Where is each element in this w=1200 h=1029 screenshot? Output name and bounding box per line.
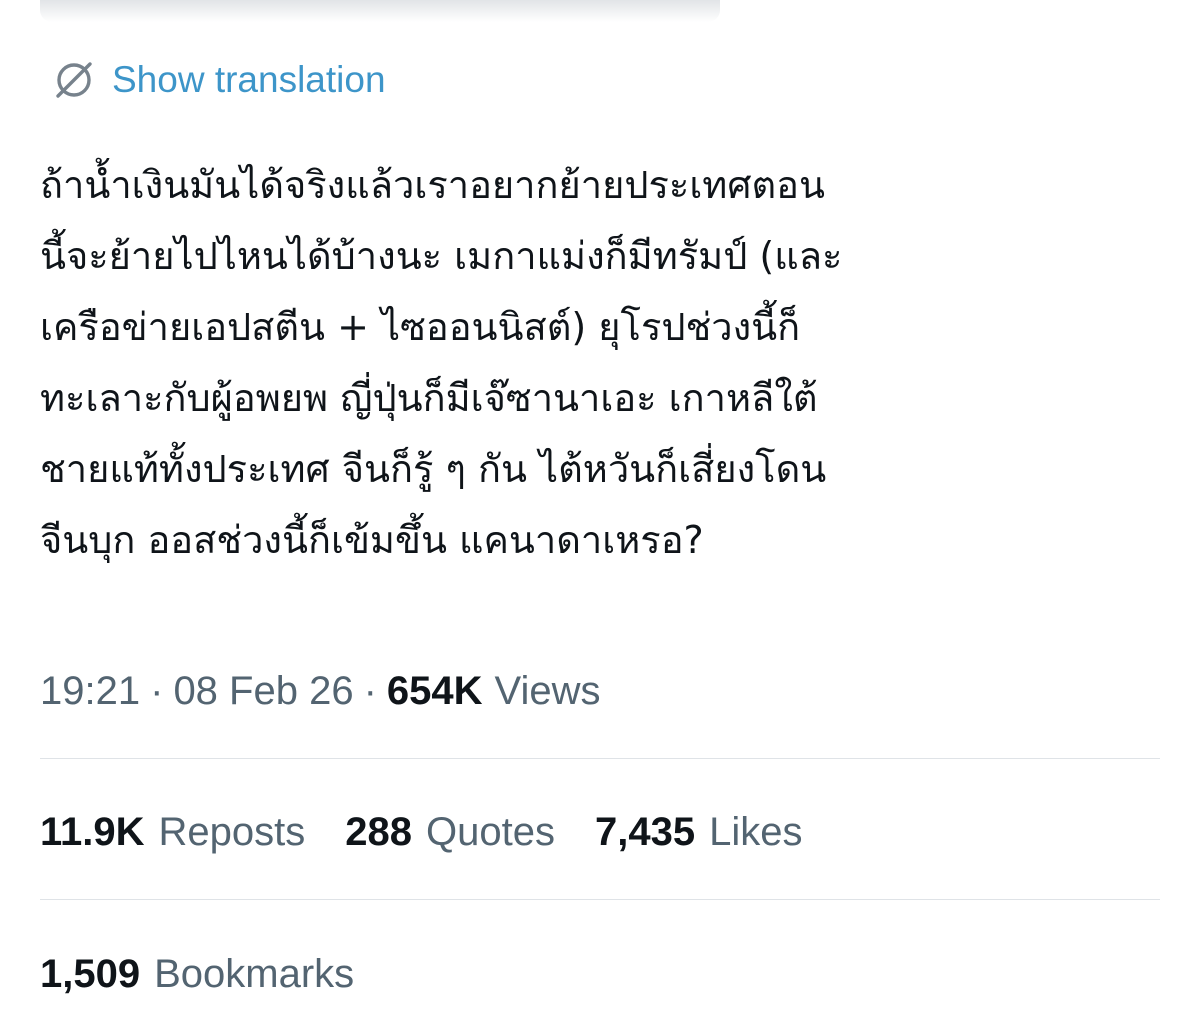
divider — [40, 899, 1160, 900]
quotes-count: 288 — [345, 809, 413, 854]
bookmarks-label: Bookmarks — [154, 951, 355, 996]
meta-separator: · — [363, 668, 377, 713]
tweet-line: เครือข่ายเอปสตีน + ไซออนนิสต์) ยุโรปช่วง… — [40, 305, 801, 349]
tweet-meta: 19:21 · 08 Feb 26 · 654K Views — [40, 660, 601, 722]
globe-translate-icon — [52, 58, 96, 102]
quotes-label: Quotes — [426, 809, 555, 854]
reposts-label: Reposts — [158, 809, 306, 854]
show-translation-label: Show translation — [112, 59, 386, 100]
quotes-stat[interactable]: 288 Quotes — [345, 810, 555, 855]
previous-content-fade — [40, 0, 720, 22]
bookmarks-row: 1,509 Bookmarks — [40, 943, 394, 1005]
tweet-date[interactable]: 08 Feb 26 — [173, 669, 353, 714]
tweet-text: ถ้าน้ำเงินมันได้จริงแล้วเราอยากย้ายประเท… — [40, 150, 1160, 576]
divider — [40, 758, 1160, 759]
reposts-count: 11.9K — [40, 809, 145, 854]
bookmarks-stat[interactable]: 1,509 Bookmarks — [40, 952, 354, 997]
tweet-line: ทะเลาะกับผู้อพยพ ญี่ปุ่นก็มีเจ๊ซานาเอะ เ… — [40, 376, 818, 420]
views-label: Views — [494, 668, 601, 713]
tweet-line: นี้จะย้ายไปไหนได้บ้างนะ เมกาแม่งก็มีทรัม… — [40, 234, 843, 278]
tweet-line: จีนบุก ออสช่วงนี้ก็เข้มขึ้น แคนาดาเหรอ? — [40, 518, 704, 562]
likes-label: Likes — [709, 809, 803, 854]
tweet-line: ถ้าน้ำเงินมันได้จริงแล้วเราอยากย้ายประเท… — [40, 163, 825, 207]
likes-count: 7,435 — [595, 809, 696, 854]
tweet-time[interactable]: 19:21 — [40, 669, 140, 714]
views-count: 654K — [386, 668, 483, 713]
tweet-line: ชายแท้ทั้งประเทศ จีนก็รู้ ๆ กัน ไต้หวันก… — [40, 447, 827, 491]
engagement-stats: 11.9K Reposts 288 Quotes 7,435 Likes — [40, 801, 843, 863]
bookmarks-count: 1,509 — [40, 951, 141, 996]
meta-separator: · — [150, 668, 164, 713]
reposts-stat[interactable]: 11.9K Reposts — [40, 810, 305, 855]
likes-stat[interactable]: 7,435 Likes — [595, 810, 803, 855]
show-translation-button[interactable]: Show translation — [52, 54, 386, 106]
